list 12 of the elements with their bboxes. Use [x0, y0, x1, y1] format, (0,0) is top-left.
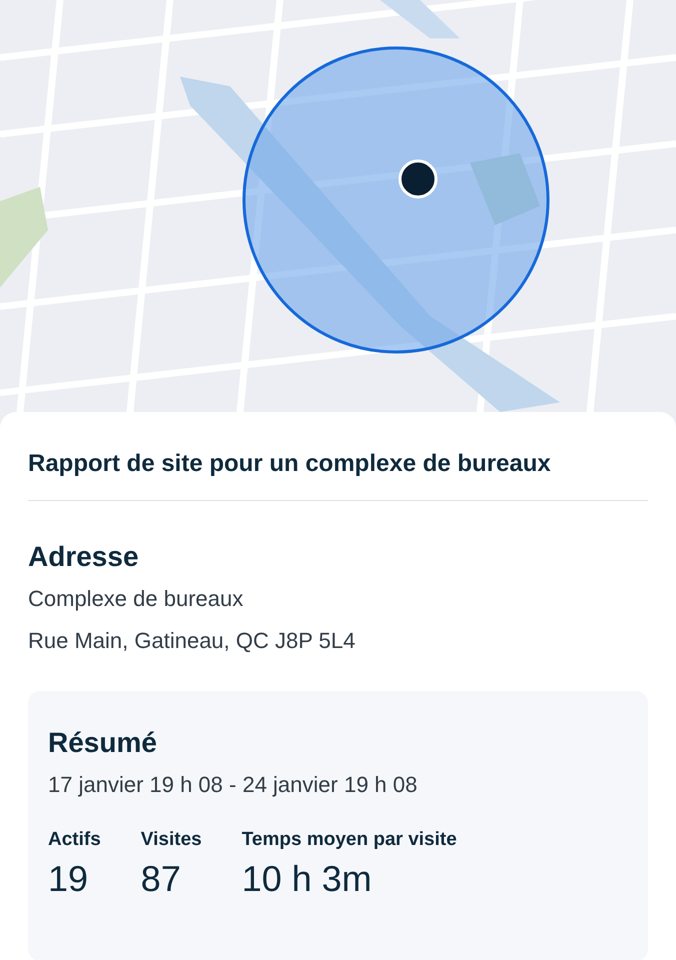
stat-value: 87 [140, 857, 182, 901]
stat-label: Visites [140, 828, 202, 852]
stat-value: 10 h 3m [242, 857, 373, 901]
address-heading: Adresse [28, 540, 140, 574]
summary-heading: Résumé [48, 726, 158, 760]
stat-value: 19 [48, 857, 90, 901]
address-line: Rue Main, Gatineau, QC J8P 5L4 [28, 627, 356, 655]
stat-label: Actifs [48, 828, 101, 852]
summary-period: 17 janvier 19 h 08 - 24 janvier 19 h 08 [48, 771, 418, 799]
address-line: Complexe de bureaux [28, 585, 244, 613]
stat-label: Temps moyen par visite [242, 828, 457, 852]
report-title: Rapport de site pour un complexe de bureaux [28, 449, 552, 479]
